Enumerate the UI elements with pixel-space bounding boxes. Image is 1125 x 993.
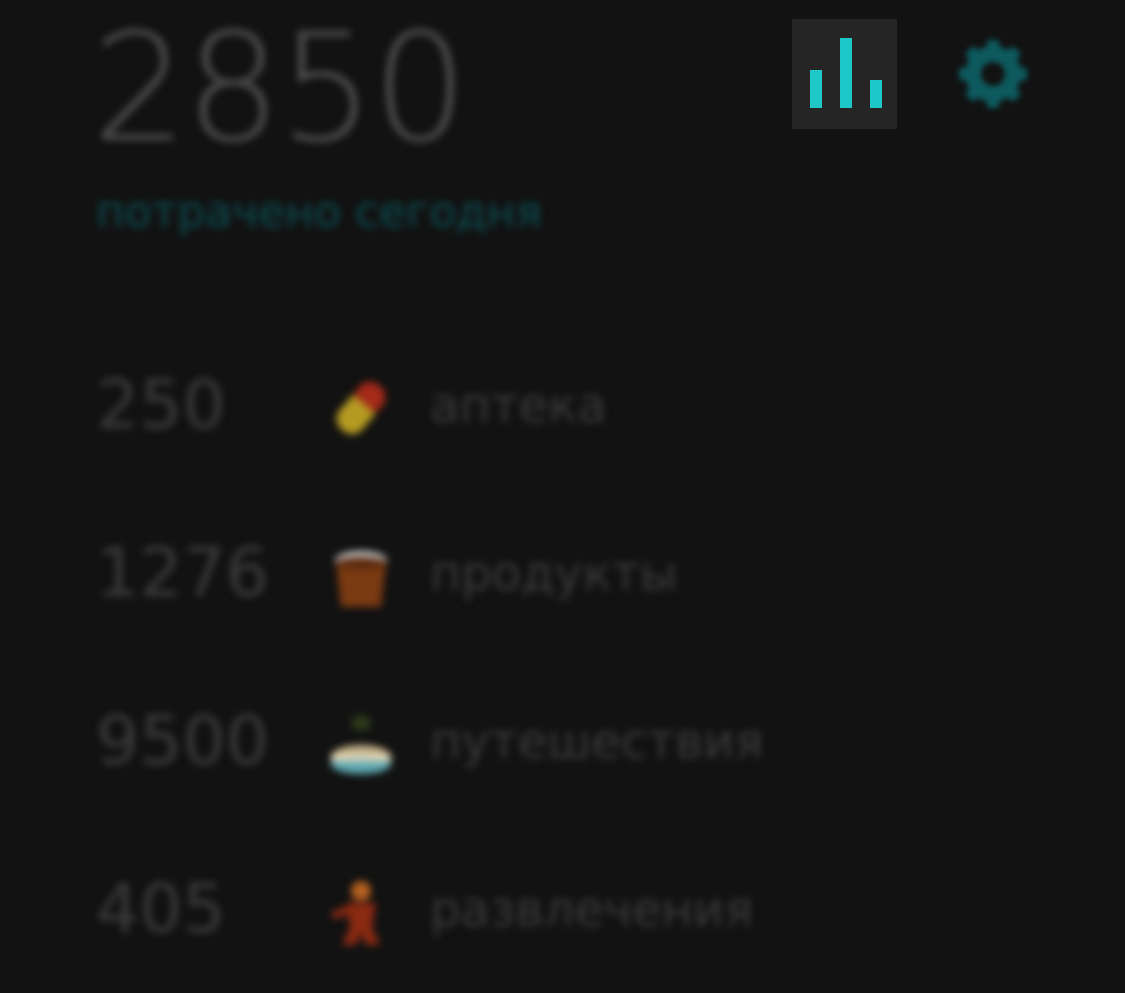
expense-category-label: аптека [430,378,607,434]
expense-row-pharmacy[interactable]: 250 аптека [0,361,1125,451]
gear-icon [959,40,1027,108]
statistics-button[interactable] [792,19,897,129]
expense-amount: 9500 [96,702,270,781]
app-screen: 2850 потрачено сегодня 250 аптека 1276 п… [0,0,1125,993]
expense-amount: 405 [96,870,226,949]
expense-row-travel[interactable]: 9500 путешествия [0,697,1125,787]
expense-row-entertainment[interactable]: 405 развлечения [0,865,1125,955]
expense-amount: 250 [96,366,226,445]
total-spent-amount: 2850 [92,2,468,176]
entertainment-icon [331,881,380,945]
grocery-bag-icon [335,551,387,607]
expense-category-label: путешествия [430,714,764,770]
expense-row-groceries[interactable]: 1276 продукты [0,529,1125,619]
expense-amount: 1276 [96,534,270,613]
settings-button[interactable] [957,38,1029,110]
expense-category-label: продукты [430,546,678,602]
pill-icon [336,381,386,435]
expense-category-label: развлечения [430,882,754,938]
total-spent-caption: потрачено сегодня [96,187,542,238]
travel-icon [331,715,391,774]
